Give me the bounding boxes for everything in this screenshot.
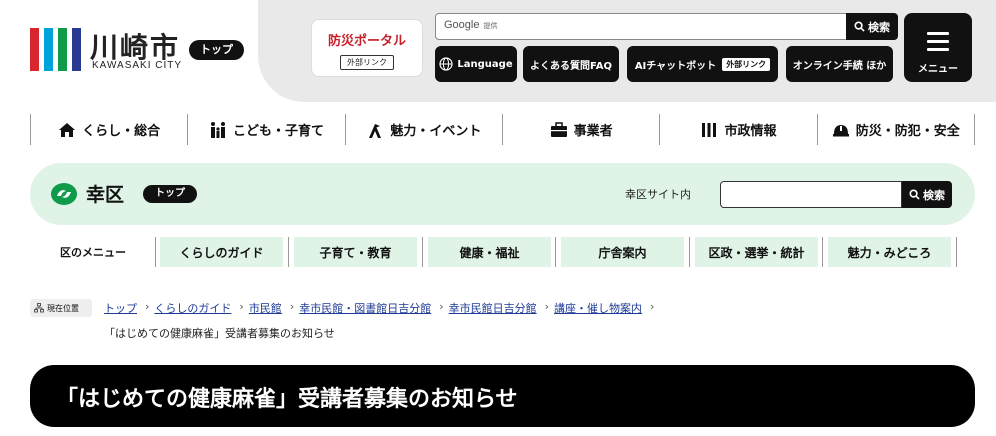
gnav-item-business[interactable]: 事業者	[501, 114, 659, 145]
gnav-item-children[interactable]: こども・子育て	[187, 114, 344, 145]
ward-menu: 区のメニュー くらしのガイド 子育て・教育 健康・福祉 庁舎案内 区政・選挙・統…	[30, 237, 960, 267]
ward-top-pill[interactable]: トップ	[143, 185, 197, 203]
search-icon	[854, 21, 865, 32]
breadcrumb-link-saiwai-civic-hall[interactable]: 幸市民館・図書館日吉分館	[299, 300, 431, 316]
chevron-right-icon: ›	[544, 300, 550, 313]
ward-menu-item-health[interactable]: 健康・福祉	[428, 237, 551, 267]
ward-menu-label: 区のメニュー	[60, 246, 126, 259]
bosai-portal-button[interactable]: 防災ポータル 外部リンク	[311, 19, 423, 77]
ward-search-label: 幸区サイト内	[625, 188, 691, 201]
menu-button[interactable]: メニュー	[904, 13, 972, 82]
top-link-pill[interactable]: トップ	[189, 40, 244, 60]
family-icon	[210, 121, 225, 138]
site-search-input[interactable]: Google 提供	[435, 13, 848, 40]
site-search-button[interactable]: 検索	[846, 13, 898, 40]
chevron-right-icon: ›	[439, 300, 444, 313]
current-location-badge: 現在位置	[30, 299, 92, 317]
breadcrumb-link-hiyoshi-branch[interactable]: 幸市民館日吉分館	[449, 300, 537, 316]
chevron-right-icon: ›	[145, 300, 150, 313]
ward-menu-item-attractions[interactable]: 魅力・みどころ	[828, 237, 951, 267]
saiwai-ward-icon	[51, 183, 77, 205]
breadcrumb-link-civic-hall[interactable]: 市民館	[249, 300, 282, 316]
briefcase-icon	[550, 121, 567, 137]
faq-button[interactable]: よくある質問FAQ	[523, 46, 619, 82]
gnav-item-living[interactable]: くらし・総合	[30, 114, 187, 145]
external-link-badge: 外部リンク	[722, 57, 771, 71]
gnav-item-events[interactable]: 魅力・イベント	[344, 114, 502, 145]
chevron-right-icon: ›	[239, 300, 244, 313]
flag-icon	[369, 123, 382, 138]
page-title: 「はじめての健康麻雀」受講者募集のお知らせ	[56, 387, 518, 412]
hamburger-icon	[927, 32, 949, 56]
ward-menu-item-childcare[interactable]: 子育て・教育	[294, 237, 417, 267]
ward-search-input[interactable]	[720, 181, 902, 208]
chevron-right-icon: ›	[650, 300, 655, 313]
page-title-band: 「はじめての健康麻雀」受講者募集のお知らせ	[30, 365, 975, 427]
helmet-icon	[832, 124, 849, 136]
bosai-portal-label: 防災ポータル	[327, 34, 406, 49]
ward-menu-item-living-guide[interactable]: くらしのガイド	[160, 237, 283, 267]
language-button[interactable]: Language	[435, 46, 517, 82]
breadcrumb-link-living-guide[interactable]: くらしのガイド	[154, 300, 231, 316]
external-link-badge: 外部リンク	[340, 55, 394, 70]
gnav-item-safety[interactable]: 防災・防犯・安全	[816, 114, 975, 145]
ward-header: 幸区 トップ 幸区サイト内 検索	[30, 163, 975, 225]
breadcrumb-link-courses[interactable]: 講座・催し物案内	[554, 300, 642, 316]
breadcrumb-link-top[interactable]: トップ	[104, 300, 137, 316]
online-procedure-button[interactable]: オンライン手続 ほか	[786, 46, 893, 82]
bars-icon	[702, 122, 717, 137]
sitemap-icon	[34, 303, 44, 313]
ai-chatbot-button[interactable]: AIチャットボット 外部リンク	[627, 46, 778, 82]
site-header: 川崎市 KAWASAKI CITY トップ 防災ポータル 外部リンク Googl…	[0, 0, 996, 104]
ward-menu-item-office[interactable]: 庁舎案内	[561, 237, 684, 267]
ward-name[interactable]: 幸区	[86, 180, 124, 207]
ward-search-button[interactable]: 検索	[902, 181, 952, 208]
breadcrumb: トップ › くらしのガイド › 市民館 › 幸市民館・図書館日吉分館 › 幸市民館日吉分…	[104, 300, 659, 316]
breadcrumb-current: 「はじめての健康麻雀」受講者募集のお知らせ	[104, 327, 335, 340]
house-icon	[59, 122, 76, 137]
search-icon	[909, 189, 920, 200]
ward-menu-item-admin[interactable]: 区政・選挙・統計	[695, 237, 818, 267]
chevron-right-icon: ›	[289, 300, 295, 313]
global-nav: くらし・総合 こども・子育て 魅力・イベント 事業者 市政情報 防災・防犯・安全	[30, 114, 975, 145]
google-label: Google 提供	[444, 19, 498, 31]
globe-icon	[439, 57, 453, 71]
gnav-item-city-info[interactable]: 市政情報	[659, 114, 816, 145]
logo-subtext: KAWASAKI CITY	[92, 60, 183, 71]
